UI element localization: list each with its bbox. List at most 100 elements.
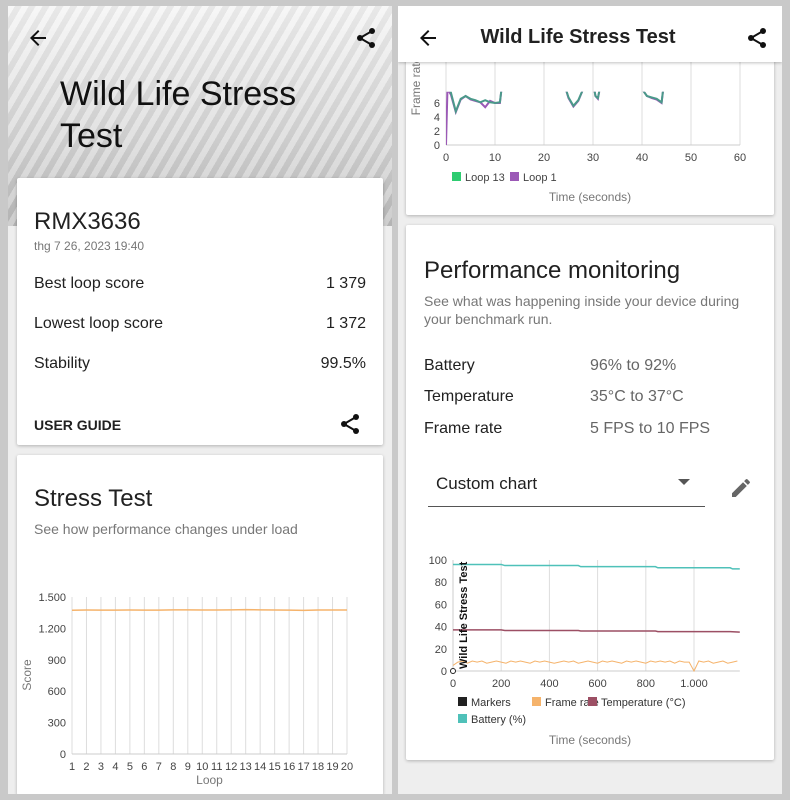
user-guide-link[interactable]: USER GUIDE xyxy=(34,417,121,433)
legend-label: Markers xyxy=(471,697,511,709)
y-tick-label: 100 xyxy=(429,555,447,567)
x-tick-label: 1 xyxy=(69,761,75,773)
y-tick-label: 80 xyxy=(435,577,447,589)
share-icon[interactable] xyxy=(338,412,362,436)
x-tick-label: 19 xyxy=(326,761,338,773)
x-tick-label: 50 xyxy=(685,152,697,164)
y-axis-title: Frame rate xyxy=(409,56,423,115)
right-screen: 0 10 20 30 40 50 60 0 2 4 6 Frame rate Loop 13 Loop 1… xyxy=(398,6,782,794)
perf-label: Temperature xyxy=(424,388,514,405)
legend-swatch xyxy=(588,697,597,706)
x-tick-label: 12 xyxy=(225,761,237,773)
legend-label: Loop 13 xyxy=(465,172,505,184)
chart-type-dropdown[interactable]: Custom chart xyxy=(428,461,705,507)
x-tick-label: 7 xyxy=(156,761,162,773)
y-axis-title: Score xyxy=(20,659,34,691)
stat-value: 1 372 xyxy=(325,315,366,332)
x-tick-label: 13 xyxy=(240,761,252,773)
x-tick-label: 1.000 xyxy=(680,678,708,690)
share-icon[interactable] xyxy=(745,26,769,50)
x-axis-title: Time (seconds) xyxy=(549,733,631,747)
frame-rate-line xyxy=(452,660,738,673)
x-tick-label: 9 xyxy=(185,761,191,773)
frame-rate-chart: 0 10 20 30 40 50 60 0 2 4 6 Frame rate Loop 13 Loop 1… xyxy=(409,46,746,204)
y-tick-label: 300 xyxy=(48,718,66,730)
x-tick-label: 600 xyxy=(588,678,606,690)
stat-label: Best loop score xyxy=(34,275,145,292)
legend-swatch xyxy=(458,697,467,706)
legend-swatch xyxy=(458,714,467,723)
legend-swatch xyxy=(532,697,541,706)
y-tick-label: 1.500 xyxy=(38,592,66,604)
performance-card: Performance monitoring See what was happ… xyxy=(406,225,774,760)
x-tick-label: 16 xyxy=(283,761,295,773)
y-tick-label: 6 xyxy=(434,98,440,110)
x-tick-label: 5 xyxy=(127,761,133,773)
left-screen: Wild Life Stress Test RMX3636 thg 7 26, … xyxy=(8,6,392,794)
y-tick-label: 4 xyxy=(434,112,440,124)
x-tick-label: 14 xyxy=(254,761,266,773)
stat-value: 99.5% xyxy=(320,355,366,372)
x-tick-label: 400 xyxy=(540,678,558,690)
marker-point xyxy=(450,668,456,674)
y-tick-label: 0 xyxy=(434,140,440,152)
perf-value: 35°C to 37°C xyxy=(590,388,684,405)
y-tick-label: 0 xyxy=(60,749,66,761)
x-tick-label: 15 xyxy=(269,761,281,773)
y-tick-label: 0 xyxy=(441,666,447,678)
perf-label: Battery xyxy=(424,357,475,374)
performance-subtitle: See what was happening inside your devic… xyxy=(424,293,740,309)
x-tick-label: 3 xyxy=(98,761,104,773)
stress-score-chart: 1 2 3 4 5 6 7 8 9 10 11 12 13 14 15 16 17 18 19 20030060090… xyxy=(20,592,353,787)
legend-label: Battery (%) xyxy=(471,714,526,726)
app-bar-title: Wild Life Stress Test xyxy=(480,26,676,48)
perf-value: 96% to 92% xyxy=(590,357,677,374)
x-tick-label: 40 xyxy=(636,152,648,164)
x-tick-label: 20 xyxy=(538,152,550,164)
x-tick-label: 30 xyxy=(587,152,599,164)
x-tick-label: 60 xyxy=(734,152,746,164)
y-tick-label: 600 xyxy=(48,686,66,698)
arrow-left-icon[interactable] xyxy=(416,26,440,50)
stat-value: 1 379 xyxy=(325,275,366,292)
y-tick-label: 20 xyxy=(435,644,447,656)
performance-chart: 0 200 400 600 800 1.000 0 20 40 60 80 100 Wild Life … xyxy=(429,555,740,747)
arrow-left-icon[interactable] xyxy=(26,26,50,50)
stress-test-subtitle: See how performance changes under load xyxy=(34,521,298,537)
page-title: Wild Life Stress Test xyxy=(60,75,297,155)
x-axis-title: Loop xyxy=(196,773,223,787)
x-tick-label: 0 xyxy=(450,678,456,690)
x-tick-label: 11 xyxy=(211,761,222,773)
stat-label: Stability xyxy=(34,355,91,372)
pencil-icon[interactable] xyxy=(729,476,753,500)
y-tick-label: 900 xyxy=(48,655,66,667)
loop-line xyxy=(449,91,664,115)
score-line xyxy=(71,608,347,612)
perf-label: Frame rate xyxy=(424,420,503,437)
perf-value: 5 FPS to 10 FPS xyxy=(590,420,711,437)
legend-label: Loop 1 xyxy=(523,172,557,184)
x-tick-label: 20 xyxy=(341,761,353,773)
x-tick-label: 200 xyxy=(492,678,510,690)
marker-annotation: Wild Life Stress Test xyxy=(458,561,470,669)
frame-rate-card: 0 10 20 30 40 50 60 0 2 4 6 Frame rate Loop 13 Loop 1… xyxy=(406,46,774,215)
dropdown-value: Custom chart xyxy=(436,474,538,493)
performance-title: Performance monitoring xyxy=(424,257,681,284)
legend-swatch xyxy=(510,172,519,181)
y-tick-label: 60 xyxy=(435,599,447,611)
share-icon[interactable] xyxy=(354,26,378,50)
stress-test-title: Stress Test xyxy=(34,485,153,512)
test-date: thg 7 26, 2023 19:40 xyxy=(34,239,145,253)
battery-line xyxy=(453,563,740,570)
temperature-line xyxy=(453,629,740,633)
result-card: RMX3636 thg 7 26, 2023 19:40 Best loop s… xyxy=(17,178,383,445)
x-tick-label: 18 xyxy=(312,761,324,773)
stress-test-card: Stress Test See how performance changes … xyxy=(17,455,383,794)
x-tick-label: 10 xyxy=(196,761,208,773)
device-name: RMX3636 xyxy=(34,208,141,235)
y-tick-label: 40 xyxy=(435,622,447,634)
legend-label: Temperature (°C) xyxy=(601,697,685,709)
app-bar: Wild Life Stress Test xyxy=(398,6,782,62)
y-tick-label: 2 xyxy=(434,126,440,138)
stat-label: Lowest loop score xyxy=(34,315,163,332)
